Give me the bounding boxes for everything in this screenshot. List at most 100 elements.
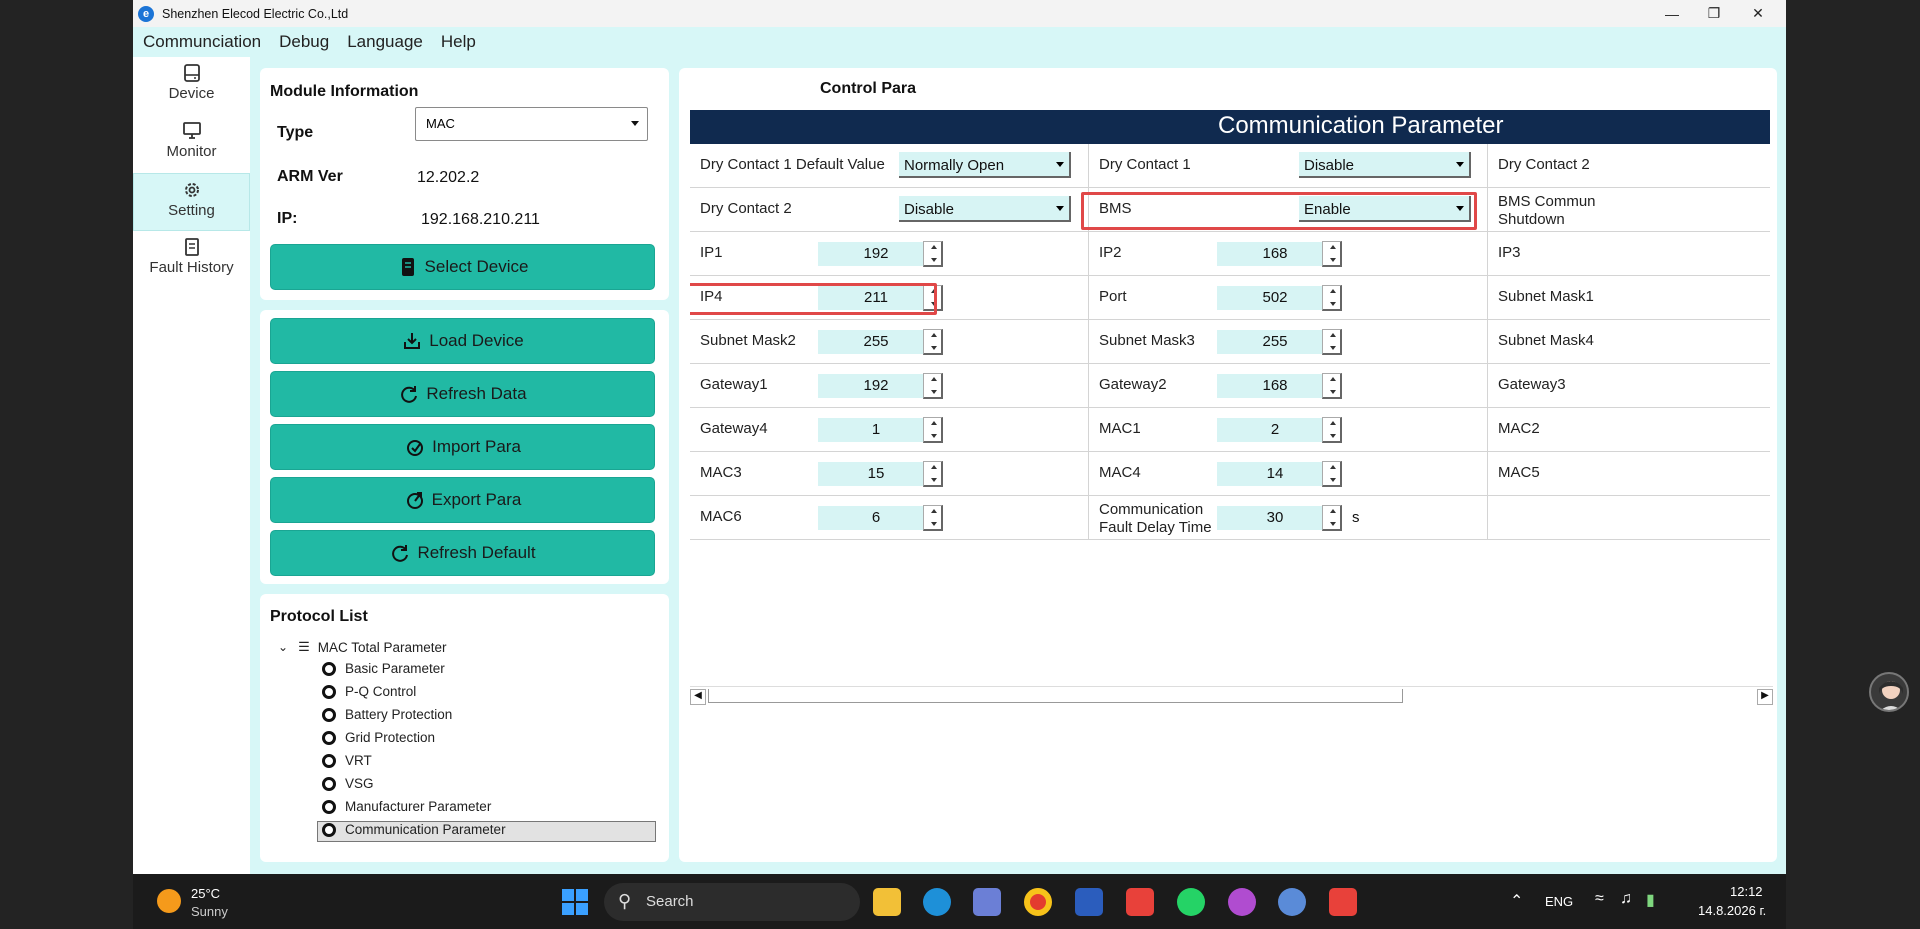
tree-item[interactable]: Manufacturer Parameter [322, 799, 491, 814]
anydesk-icon[interactable] [1126, 888, 1154, 916]
port-input[interactable]: 502 [1217, 286, 1333, 310]
tree-item[interactable]: Basic Parameter [322, 661, 445, 676]
nav-item-monitor[interactable]: Monitor [133, 115, 250, 173]
dry-contact-2-dropdown[interactable]: Disable [899, 196, 1071, 222]
clock-date[interactable]: 14.8.2026 г. [1698, 903, 1766, 918]
nav-item-fault-history[interactable]: Fault History [133, 231, 250, 289]
tree-item-label: VRT [345, 753, 372, 768]
radio-icon [322, 684, 336, 699]
anydesk-icon-2[interactable] [1329, 888, 1357, 916]
file-explorer-icon[interactable] [873, 888, 901, 916]
type-select[interactable]: MAC [415, 107, 648, 141]
menu-help[interactable]: Help [441, 32, 476, 52]
wifi-icon[interactable]: ≈ [1595, 890, 1604, 908]
mac3-input[interactable]: 15 [818, 462, 934, 486]
horizontal-scrollbar[interactable]: ◀ ▶ [690, 686, 1773, 705]
taskbar-search[interactable]: ⚲ Search [604, 883, 860, 921]
import-para-button[interactable]: Import Para [270, 424, 655, 470]
subnet-mask3-stepper[interactable] [1322, 329, 1342, 355]
tree-item[interactable]: P-Q Control [322, 684, 416, 699]
param-cell: Gateway1 192 [690, 364, 1089, 408]
scroll-left-icon[interactable]: ◀ [690, 689, 706, 705]
subnet-mask2-stepper[interactable] [923, 329, 943, 355]
chevron-up-icon[interactable]: ⌃ [1510, 891, 1523, 911]
language-indicator[interactable]: ENG [1545, 894, 1573, 909]
nav-item-setting[interactable]: Setting [133, 173, 250, 231]
volume-icon[interactable]: ♫ [1620, 890, 1632, 908]
gateway4-stepper[interactable] [923, 417, 943, 443]
ip1-stepper[interactable] [923, 241, 943, 267]
load-device-button[interactable]: Load Device [270, 318, 655, 364]
chrome-icon[interactable] [1024, 888, 1052, 916]
gateway2-input[interactable]: 168 [1217, 374, 1333, 398]
tree-item[interactable]: VSG [322, 776, 374, 791]
communication-fault-delay-time-input[interactable]: 30 [1217, 506, 1333, 530]
menu-language[interactable]: Language [347, 32, 423, 52]
radio-icon [322, 707, 336, 722]
param-label: Gateway1 [700, 376, 768, 393]
app-icon[interactable] [1075, 888, 1103, 916]
settings-app-icon[interactable] [1278, 888, 1306, 916]
chevron-down-icon [1056, 162, 1064, 167]
clock-time[interactable]: 12:12 [1730, 884, 1763, 899]
mac3-stepper[interactable] [923, 461, 943, 487]
port-stepper[interactable] [1322, 285, 1342, 311]
scroll-right-icon[interactable]: ▶ [1757, 689, 1773, 705]
tree-item[interactable]: VRT [322, 753, 372, 768]
tree-item-selected[interactable]: Communication Parameter [322, 822, 506, 837]
gateway1-stepper[interactable] [923, 373, 943, 399]
edge-icon[interactable] [923, 888, 951, 916]
store-icon[interactable] [973, 888, 1001, 916]
sun-icon [157, 889, 181, 913]
close-button[interactable]: ✕ [1730, 0, 1786, 27]
whatsapp-icon[interactable] [1177, 888, 1205, 916]
select-device-button[interactable]: Select Device [270, 244, 655, 290]
refresh-data-button[interactable]: Refresh Data [270, 371, 655, 417]
tree-item[interactable]: Battery Protection [322, 707, 452, 722]
tree-item-label: Basic Parameter [345, 661, 445, 676]
param-label: MAC3 [700, 464, 742, 481]
scrollbar-thumb[interactable] [708, 689, 1403, 703]
mac6-stepper[interactable] [923, 505, 943, 531]
param-label: Dry Contact 2 [700, 200, 792, 217]
mac1-input[interactable]: 2 [1217, 418, 1333, 442]
menu-debug[interactable]: Debug [279, 32, 329, 52]
ip1-input[interactable]: 192 [818, 242, 934, 266]
param-label: Dry Contact 2 [1498, 156, 1590, 173]
param-cell: Gateway3 [1488, 364, 1770, 408]
gateway2-stepper[interactable] [1322, 373, 1342, 399]
subnet-mask3-input[interactable]: 255 [1217, 330, 1333, 354]
butterfly-app-icon[interactable] [1228, 888, 1256, 916]
actions-panel: Load Device Refresh Data Import Para Exp… [260, 310, 669, 584]
gateway1-input[interactable]: 192 [818, 374, 934, 398]
mac6-input[interactable]: 6 [818, 506, 934, 530]
param-cell: Subnet Mask1 [1488, 276, 1770, 320]
dry-contact-1-dropdown[interactable]: Disable [1299, 152, 1471, 178]
ip2-stepper[interactable] [1322, 241, 1342, 267]
mac4-stepper[interactable] [1322, 461, 1342, 487]
mac4-input[interactable]: 14 [1217, 462, 1333, 486]
app-logo-icon: e [138, 5, 154, 22]
communication-fault-delay-time-stepper[interactable] [1322, 505, 1342, 531]
tree-root[interactable]: ⌄ ☰ MAC Total Parameter [278, 639, 447, 655]
tree-item[interactable]: Grid Protection [322, 730, 435, 745]
windows-start-icon[interactable] [561, 888, 589, 916]
refresh-default-button[interactable]: Refresh Default [270, 530, 655, 576]
param-cell: IP3 [1488, 232, 1770, 276]
dry-contact-1-default-value-dropdown[interactable]: Normally Open [899, 152, 1071, 178]
param-cell: Port 502 [1089, 276, 1488, 320]
type-label: Type [277, 124, 314, 141]
param-label: Dry Contact 1 [1099, 156, 1191, 173]
load-device-label: Load Device [429, 331, 524, 350]
export-para-button[interactable]: Export Para [270, 477, 655, 523]
nav-item-device[interactable]: Device [133, 57, 250, 115]
battery-icon[interactable]: ▮ [1646, 890, 1655, 910]
subnet-mask2-input[interactable]: 255 [818, 330, 934, 354]
import-para-label: Import Para [432, 437, 521, 456]
ip2-input[interactable]: 168 [1217, 242, 1333, 266]
mac1-stepper[interactable] [1322, 417, 1342, 443]
avatar[interactable] [1869, 672, 1909, 712]
gateway4-input[interactable]: 1 [818, 418, 934, 442]
menu-communciation[interactable]: Communciation [143, 32, 261, 52]
taskbar: 25°C Sunny ⚲ Search ⌃ ENG ≈ ♫ ▮ 12:12 14… [133, 874, 1786, 929]
